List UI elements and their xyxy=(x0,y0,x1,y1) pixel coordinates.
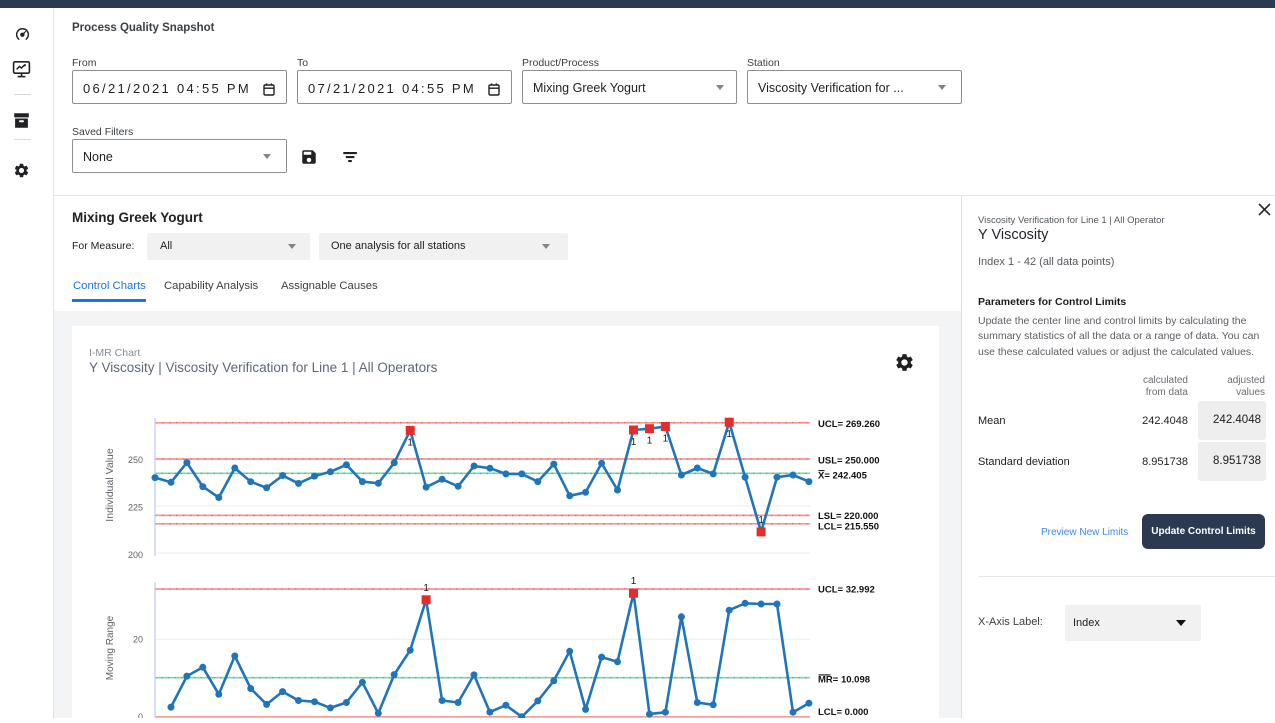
svg-text:1: 1 xyxy=(407,437,413,448)
svg-text:0: 0 xyxy=(138,712,143,718)
svg-text:1: 1 xyxy=(758,515,764,526)
svg-text:20: 20 xyxy=(133,635,143,645)
svg-text:1: 1 xyxy=(726,429,732,440)
svg-text:LCL= 215.550: LCL= 215.550 xyxy=(818,522,879,533)
svg-text:250: 250 xyxy=(128,455,143,465)
svg-text:1: 1 xyxy=(423,583,429,594)
svg-text:1: 1 xyxy=(631,576,637,587)
svg-text:USL= 250.000: USL= 250.000 xyxy=(818,456,880,467)
svg-text:200: 200 xyxy=(128,550,143,560)
svg-text:X= 242.405: X= 242.405 xyxy=(818,471,868,482)
svg-text:1: 1 xyxy=(647,436,653,447)
svg-text:LCL= 0.000: LCL= 0.000 xyxy=(818,707,868,718)
svg-text:Individual Value: Individual Value xyxy=(104,448,116,522)
svg-text:1: 1 xyxy=(631,437,637,448)
svg-text:Moving Range: Moving Range xyxy=(105,615,116,680)
svg-text:1: 1 xyxy=(663,434,669,445)
svg-text:MR= 10.098: MR= 10.098 xyxy=(818,674,870,685)
svg-text:UCL= 32.992: UCL= 32.992 xyxy=(818,585,875,596)
svg-text:UCL= 269.260: UCL= 269.260 xyxy=(818,419,880,430)
svg-text:LSL= 220.000: LSL= 220.000 xyxy=(818,511,878,522)
svg-text:225: 225 xyxy=(128,503,143,513)
